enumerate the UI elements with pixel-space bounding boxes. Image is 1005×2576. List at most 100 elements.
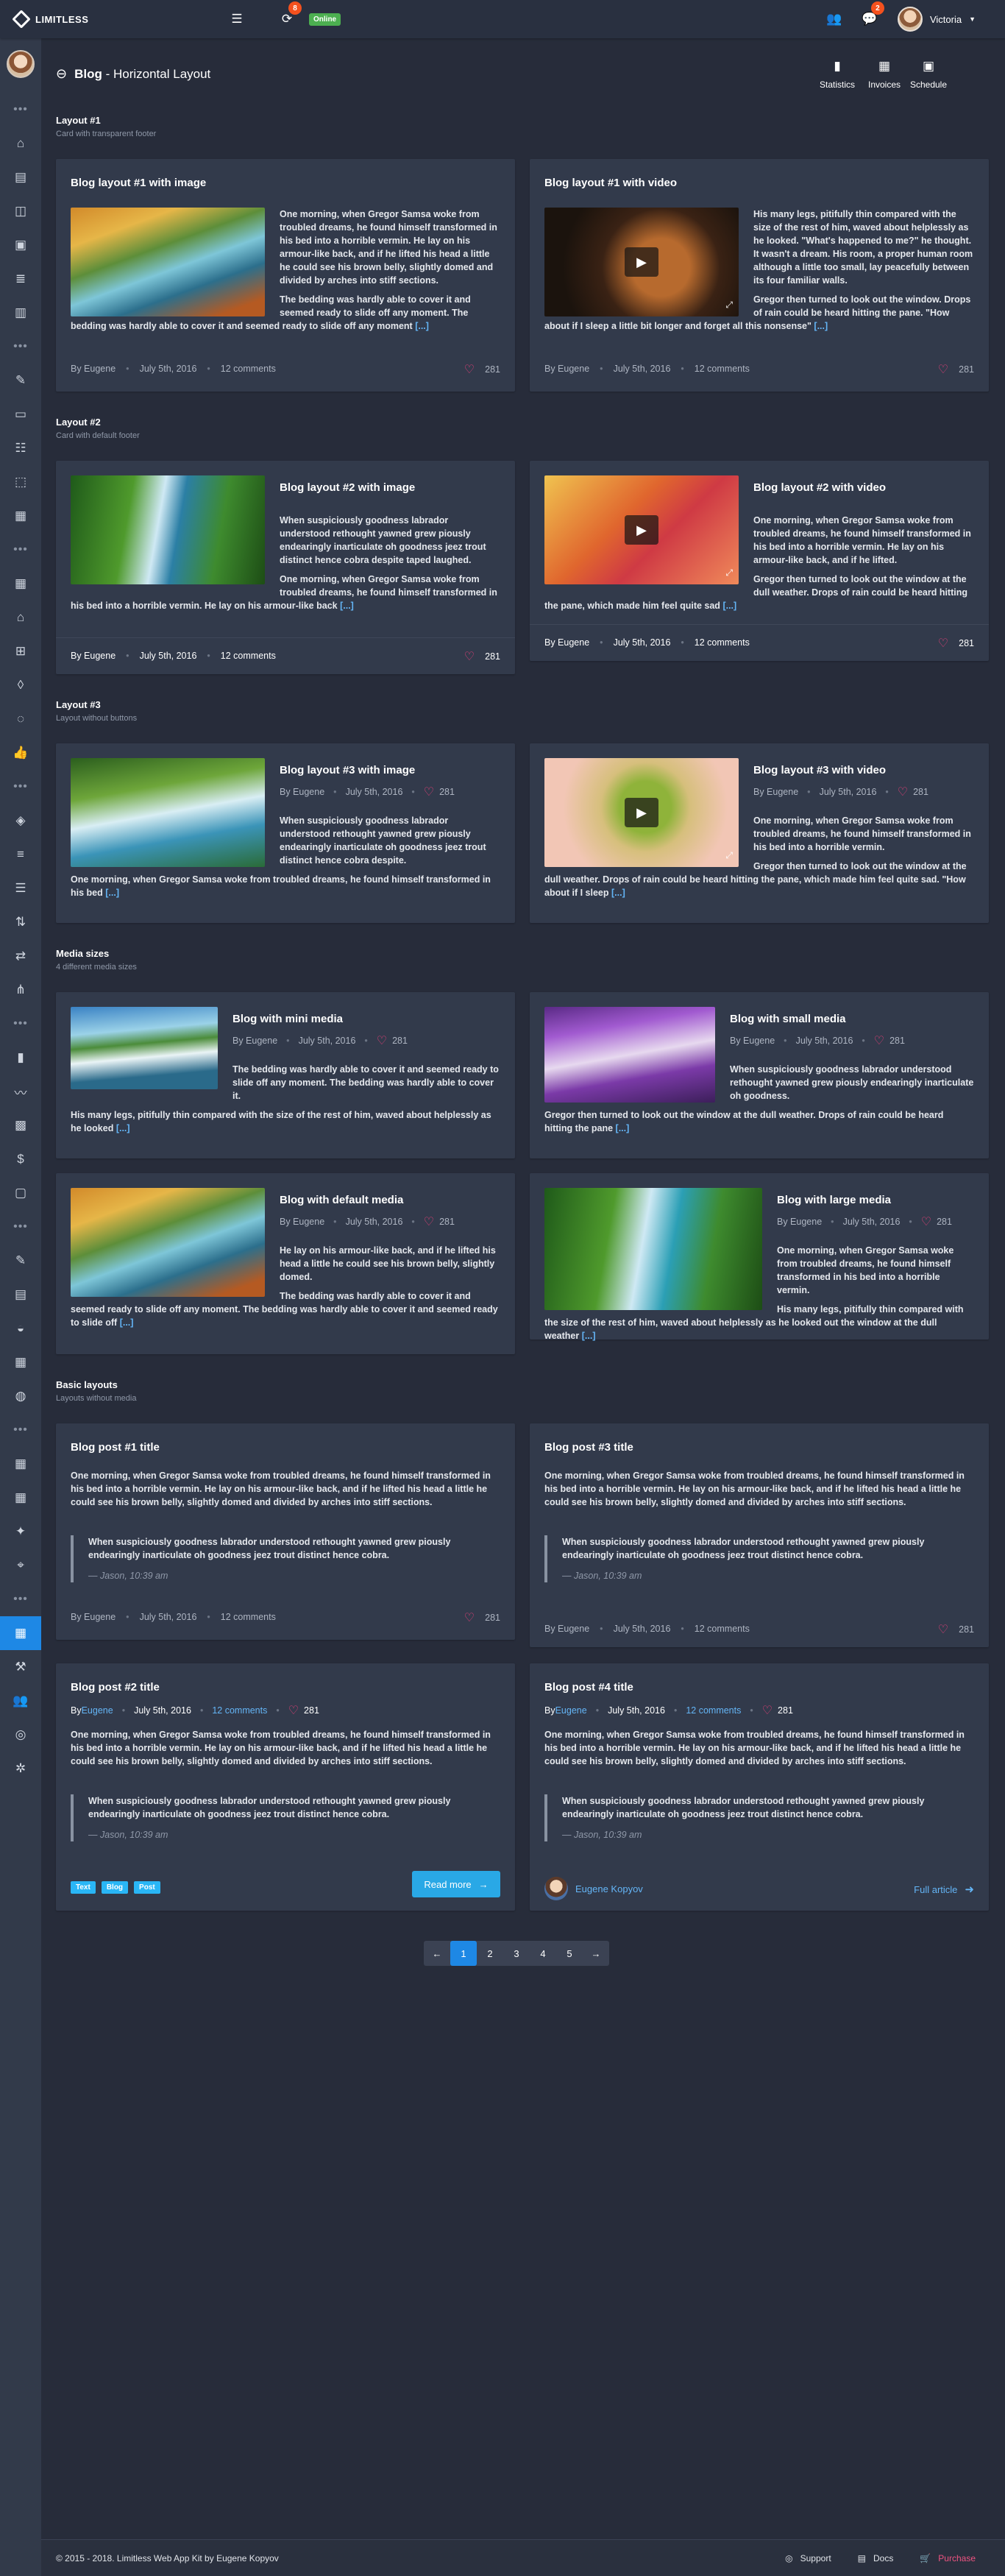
window-icon[interactable]: ▢ [0, 1176, 41, 1210]
full-article-link[interactable]: Full article ➜ [914, 1883, 974, 1896]
menu-icon[interactable]: ☰ [0, 871, 41, 905]
likes[interactable]: ♡ 281 [938, 1622, 974, 1637]
schedule-button[interactable]: ▣ Schedule [906, 59, 951, 90]
brand[interactable]: LIMITLESS [0, 10, 221, 29]
heart-icon[interactable]: ♡ [424, 1214, 434, 1229]
page-icon[interactable]: ▭ [0, 397, 41, 431]
cake-icon[interactable]: ◒ [0, 1312, 41, 1345]
comments-link[interactable]: 12 comments [221, 651, 276, 661]
read-more-link[interactable]: [...] [120, 1317, 134, 1328]
files-icon[interactable]: ▣ [0, 228, 41, 262]
support-icon[interactable]: ◎ [0, 1718, 41, 1752]
likes[interactable]: ♡ 281 [464, 1610, 500, 1625]
heart-icon[interactable]: ♡ [921, 1214, 931, 1229]
home-icon[interactable]: ⌂ [0, 127, 41, 160]
messages-icon[interactable]: 💬 2 [853, 0, 886, 38]
bar-chart-icon[interactable]: ▮ [0, 1041, 41, 1075]
author-block[interactable]: Eugene Kopyov [544, 1877, 643, 1900]
people-icon[interactable]: 👥 [0, 1684, 41, 1718]
read-more-link[interactable]: [...] [415, 321, 429, 331]
drop-icon[interactable]: ◊ [0, 668, 41, 702]
copy-icon[interactable]: ▤ [0, 160, 41, 194]
line-chart-icon[interactable]: 〰 [0, 1075, 41, 1108]
tag-post[interactable]: Post [134, 1881, 160, 1894]
read-more-link[interactable]: [...] [105, 888, 119, 898]
sidebar-toggle-icon[interactable]: ☰ [221, 0, 253, 38]
table2-icon[interactable]: ▦ [0, 1481, 41, 1515]
read-more-link[interactable]: [...] [814, 321, 828, 331]
thumbs-up-icon[interactable]: 👍 [0, 736, 41, 770]
spinner-icon[interactable]: ◌ [0, 702, 41, 736]
pencil-icon[interactable]: ✎ [0, 364, 41, 397]
stack-icon[interactable]: ◫ [0, 194, 41, 228]
git-updates-icon[interactable]: ⟳ 8 [271, 0, 303, 38]
grid-list-icon[interactable]: ▦ [0, 499, 41, 533]
comments-link[interactable]: 12 comments [695, 364, 750, 374]
pointer-icon[interactable]: ⬚ [0, 465, 41, 499]
grid-icon[interactable]: ▩ [0, 1108, 41, 1142]
read-more-link[interactable]: [...] [611, 888, 625, 898]
likes[interactable]: ♡ 281 [938, 636, 974, 651]
prev-page-icon[interactable]: ← [424, 1941, 450, 1966]
gift-icon[interactable]: ⊞ [0, 634, 41, 668]
heart-icon[interactable]: ♡ [377, 1033, 387, 1048]
newspaper-icon[interactable]: ▤ [0, 1278, 41, 1312]
map-icon[interactable]: ⌖ [0, 1549, 41, 1582]
heart-icon[interactable]: ♡ [898, 785, 908, 799]
tag-blog[interactable]: Blog [101, 1881, 129, 1894]
read-more-button[interactable]: Read more → [412, 1871, 500, 1897]
transfer-icon[interactable]: ⇄ [0, 939, 41, 973]
store-icon[interactable]: ▥ [0, 296, 41, 330]
layers-icon[interactable]: ◈ [0, 804, 41, 838]
sidebar-avatar[interactable] [7, 50, 35, 78]
page-2[interactable]: 2 [477, 1941, 503, 1966]
read-more-link[interactable]: [...] [722, 601, 736, 611]
tools-icon[interactable]: ⚒ [0, 1650, 41, 1684]
statistics-button[interactable]: ▮ Statistics [815, 59, 859, 90]
list-icon[interactable]: ≣ [0, 262, 41, 296]
heart-icon[interactable]: ♡ [288, 1703, 299, 1718]
likes[interactable]: ♡ 281 [938, 362, 974, 377]
comments-link[interactable]: 12 comments [212, 1705, 267, 1716]
paint-icon[interactable]: ⌂ [0, 601, 41, 634]
read-more-link[interactable]: [...] [340, 601, 354, 611]
page-1[interactable]: 1 [450, 1941, 477, 1966]
next-page-icon[interactable]: → [583, 1941, 609, 1966]
indent-icon[interactable]: ≡ [0, 838, 41, 871]
back-arrow-icon[interactable]: ⊖ [56, 66, 67, 82]
likes[interactable]: ♡ 281 [464, 649, 500, 664]
author-link[interactable]: Eugene [82, 1705, 113, 1716]
heart-icon[interactable]: ♡ [762, 1703, 773, 1718]
globe-icon[interactable]: ◍ [0, 1379, 41, 1413]
read-more-link[interactable]: [...] [582, 1331, 596, 1341]
page-4[interactable]: 4 [530, 1941, 556, 1966]
read-more-link[interactable]: [...] [116, 1123, 130, 1133]
comments-link[interactable]: 12 comments [686, 1705, 741, 1716]
likes[interactable]: ♡ 281 [464, 362, 500, 377]
docs-link[interactable]: ▤ Docs [858, 2553, 894, 2563]
settings-icon[interactable]: ✲ [0, 1752, 41, 1786]
tag-text[interactable]: Text [71, 1881, 96, 1894]
user-menu[interactable]: Victoria ▼ [897, 7, 976, 32]
heart-icon[interactable]: ♡ [874, 1033, 884, 1048]
blog-icon[interactable]: ▦ [0, 1616, 41, 1650]
comments-link[interactable]: 12 comments [695, 637, 750, 648]
comments-link[interactable]: 12 comments [221, 1612, 276, 1622]
heart-icon[interactable]: ♡ [424, 785, 434, 799]
purchase-link[interactable]: 🛒 Purchase [920, 2553, 976, 2563]
article-icon[interactable]: ✎ [0, 1244, 41, 1278]
author-link[interactable]: Eugene [555, 1705, 587, 1716]
support-link[interactable]: ◎ Support [785, 2553, 831, 2563]
comments-link[interactable]: 12 comments [221, 364, 276, 374]
tree-icon[interactable]: ⋔ [0, 973, 41, 1007]
sort-icon[interactable]: ⇅ [0, 905, 41, 939]
dollar-icon[interactable]: $ [0, 1142, 41, 1176]
read-more-link[interactable]: [...] [616, 1123, 630, 1133]
page-3[interactable]: 3 [503, 1941, 530, 1966]
wand-icon[interactable]: ✦ [0, 1515, 41, 1549]
users-icon[interactable]: 👥 [818, 0, 850, 38]
list-check-icon[interactable]: ☷ [0, 431, 41, 465]
calendar-icon[interactable]: ▦ [0, 1345, 41, 1379]
apps-icon[interactable]: ▦ [0, 567, 41, 601]
comments-link[interactable]: 12 comments [695, 1624, 750, 1634]
